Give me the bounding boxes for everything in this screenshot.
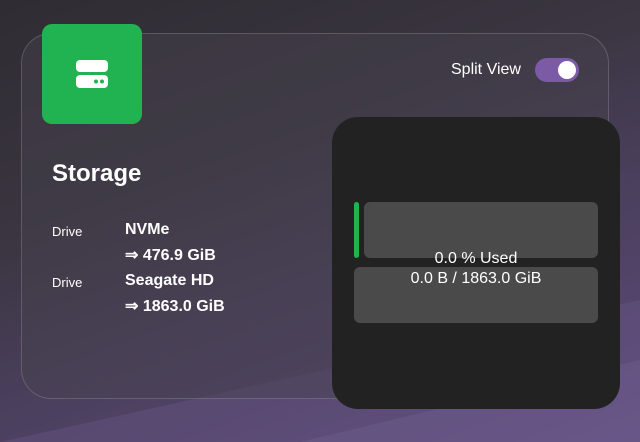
split-view-label: Split View [451,61,521,78]
drive-name: NVMe [125,221,170,238]
drive-name: Seagate HD [125,272,214,289]
split-view-toggle[interactable] [534,58,579,82]
usage-amount: 0.0 B / 1863.0 GiB [410,270,542,287]
storage-icon-tile [42,24,142,124]
usage-percent: 0.0 % Used [434,250,518,267]
widget-title: Storage [52,160,142,187]
hard-drive-icon [76,60,108,88]
usage-text: 0.0 % Used 0.0 B / 1863.0 GiB [354,249,598,289]
drive-size: ⇒ 476.9 GiB [125,247,216,264]
drive-size: ⇒ 1863.0 GiB [125,298,225,315]
split-view-control[interactable]: Split View [451,58,579,82]
toggle-knob [557,61,576,79]
drive-label: Drive [52,275,83,290]
drive-label: Drive [52,224,83,239]
